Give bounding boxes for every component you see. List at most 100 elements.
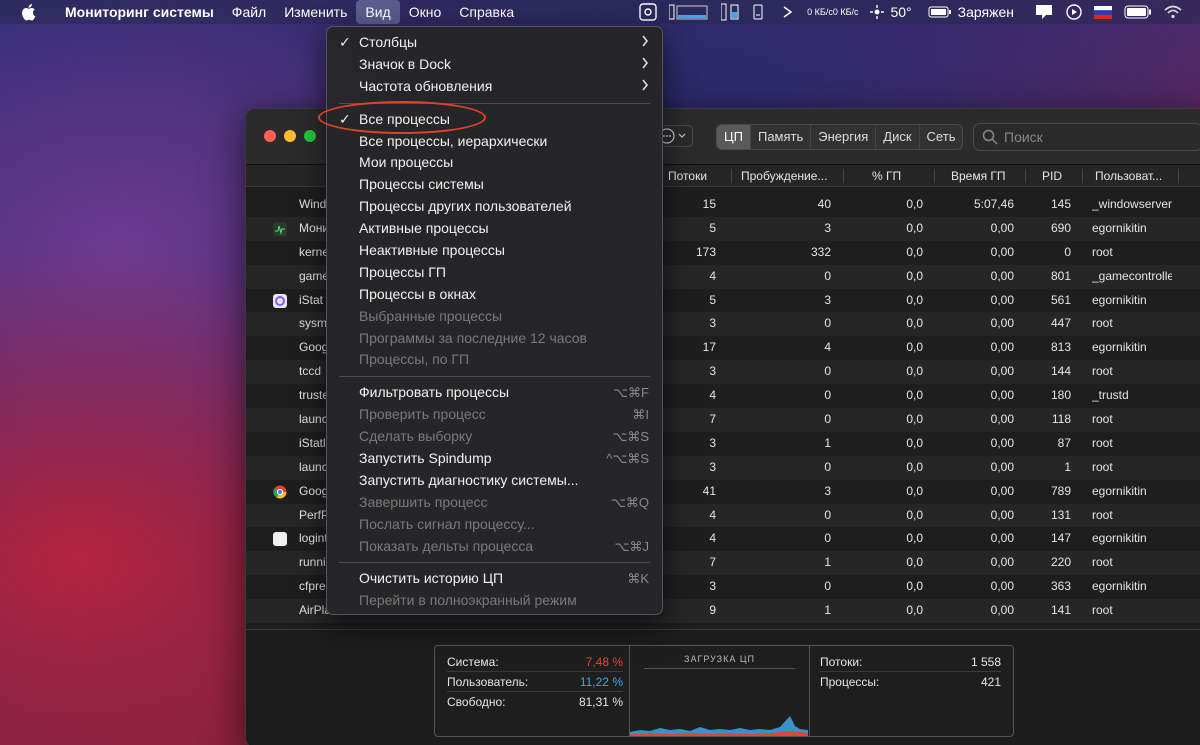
chevron-right-icon	[641, 76, 649, 98]
category-tabs: ЦП Память Энергия Диск Сеть	[716, 124, 964, 150]
menu-item[interactable]: Мои процессы	[327, 152, 662, 174]
menu-item: Выбранные процессы	[327, 306, 662, 328]
wakeups-cell: 1	[824, 603, 831, 618]
blank-icon	[273, 532, 287, 547]
minimize-window-button[interactable]	[284, 130, 296, 142]
battery-icon[interactable]	[1124, 5, 1152, 19]
system-value: 7,48 %	[585, 655, 623, 669]
system-label: Система:	[447, 655, 499, 669]
menu-item[interactable]: Неактивные процессы	[327, 240, 662, 262]
gpu-percent-cell: 0,0	[906, 507, 923, 522]
menu-item[interactable]: Запустить диагностику системы...	[327, 470, 662, 492]
threads-cell: 17	[702, 340, 716, 355]
gpu-percent-cell: 0,0	[906, 244, 923, 259]
menu-item[interactable]: Значок в Dock	[327, 54, 662, 76]
process-name: Goog	[299, 340, 329, 355]
column-user[interactable]: Пользоват...	[1095, 165, 1175, 187]
processes-value: 421	[980, 675, 1001, 689]
menubar-help[interactable]: Справка	[450, 0, 523, 24]
tab-cpu[interactable]: ЦП	[717, 125, 751, 149]
column-pid[interactable]: PID	[1042, 165, 1072, 187]
gpu-time-cell: 0,00	[990, 268, 1014, 283]
user-cell: root	[1092, 412, 1113, 427]
menu-item[interactable]: ✓ Столбцы	[327, 32, 662, 54]
memory-icon[interactable]	[721, 3, 741, 21]
sensor-icon[interactable]	[870, 5, 885, 19]
menu-item-label: Фильтровать процессы	[359, 384, 510, 401]
menu-item[interactable]: Все процессы, иерархически	[327, 131, 662, 153]
menu-item: Послать сигнал процессу...	[327, 514, 662, 536]
cpu-graph-icon[interactable]	[669, 3, 709, 21]
column-gpu-time[interactable]: Время ГП	[951, 165, 1016, 187]
menu-shortcut: ⌥⌘J	[614, 538, 649, 554]
process-name: tccd	[299, 364, 322, 379]
menu-item[interactable]: Процессы ГП	[327, 262, 662, 284]
menu-item[interactable]: Очистить историю ЦП ⌘K	[327, 568, 662, 590]
menubar-file[interactable]: Файл	[223, 0, 275, 24]
process-name: Goog	[299, 483, 329, 498]
cpu-load-graph: ЗАГРУЗКА ЦП	[630, 646, 810, 736]
tab-memory[interactable]: Память	[751, 125, 812, 149]
battery-menu-icon[interactable]	[928, 5, 952, 19]
process-name: game	[299, 268, 329, 283]
menubar-view[interactable]: Вид	[356, 0, 400, 24]
language-flag-icon[interactable]	[1094, 5, 1112, 19]
battery-status[interactable]: Заряжен	[958, 4, 1014, 20]
column-threads[interactable]: Потоки	[668, 165, 728, 187]
istat-menu-icon[interactable]	[639, 3, 657, 21]
menu-separator	[339, 562, 650, 564]
menu-item[interactable]: Частота обновления	[327, 76, 662, 98]
cpu-summary-panel: Система: 7,48 % Пользователь: 11,22 % Своб…	[434, 645, 1014, 737]
menu-item-label: Показать дельты процесса	[359, 537, 534, 554]
wifi-icon[interactable]	[1164, 5, 1182, 19]
wakeups-cell: 0	[824, 268, 831, 283]
wakeups-cell: 0	[824, 364, 831, 379]
temperature-value[interactable]: 50°	[890, 4, 911, 20]
threads-cell: 41	[702, 483, 716, 498]
wakeups-cell: 1	[824, 555, 831, 570]
wakeups-cell: 0	[824, 579, 831, 594]
menu-item: Процессы, по ГП	[327, 349, 662, 371]
menu-item[interactable]: Процессы других пользователей	[327, 196, 662, 218]
search-input[interactable]: Поиск	[973, 123, 1200, 151]
gpu-percent-cell: 0,0	[906, 555, 923, 570]
gpu-percent-cell: 0,0	[906, 364, 923, 379]
menu-item[interactable]: Активные процессы	[327, 218, 662, 240]
tab-disk[interactable]: Диск	[876, 125, 920, 149]
gpu-time-cell: 0,00	[990, 603, 1014, 618]
threads-cell: 4	[709, 388, 716, 403]
gpu-percent-cell: 0,0	[906, 316, 923, 331]
wakeups-cell: 3	[824, 483, 831, 498]
menu-item[interactable]: Фильтровать процессы ⌥⌘F	[327, 382, 662, 404]
network-speed[interactable]: 0 КБ/с 0 КБ/с	[807, 6, 859, 17]
gpu-time-cell: 0,00	[990, 340, 1014, 355]
notification-icon[interactable]	[1034, 3, 1054, 21]
menu-item: Показать дельты процесса ⌥⌘J	[327, 536, 662, 558]
menu-item-label: Послать сигнал процессу...	[359, 515, 535, 532]
column-wakeups[interactable]: Пробуждение...	[741, 165, 836, 187]
pid-cell: 147	[1050, 531, 1071, 546]
user-cell: egornikitin	[1092, 340, 1147, 355]
close-window-button[interactable]	[264, 130, 276, 142]
tab-energy[interactable]: Энергия	[811, 125, 877, 149]
menu-item[interactable]: Запустить Spindump ^⌥⌘S	[327, 448, 662, 470]
process-name: truste	[299, 388, 329, 403]
play-icon[interactable]	[1066, 4, 1082, 20]
gpu-time-cell: 0,00	[990, 388, 1014, 403]
user-cell: egornikitin	[1092, 531, 1147, 546]
disk-icon[interactable]	[753, 3, 769, 21]
column-gpu-percent[interactable]: % ГП	[872, 165, 912, 187]
menu-item[interactable]: Процессы в окнах	[327, 284, 662, 306]
threads-cell: 3	[709, 435, 716, 450]
fan-icon[interactable]	[781, 3, 795, 21]
zoom-window-button[interactable]	[304, 130, 316, 142]
menubar-app-name[interactable]: Мониторинг системы	[56, 0, 223, 24]
pid-cell: 561	[1050, 292, 1071, 307]
menu-item[interactable]: Процессы системы	[327, 174, 662, 196]
apple-icon[interactable]	[20, 3, 38, 21]
menubar-edit[interactable]: Изменить	[275, 0, 356, 24]
menubar-window[interactable]: Окно	[400, 0, 451, 24]
tab-network[interactable]: Сеть	[920, 125, 963, 149]
menu-item-label: Выбранные процессы	[359, 307, 503, 324]
net-down-value: 0 КБ/с	[832, 6, 859, 17]
